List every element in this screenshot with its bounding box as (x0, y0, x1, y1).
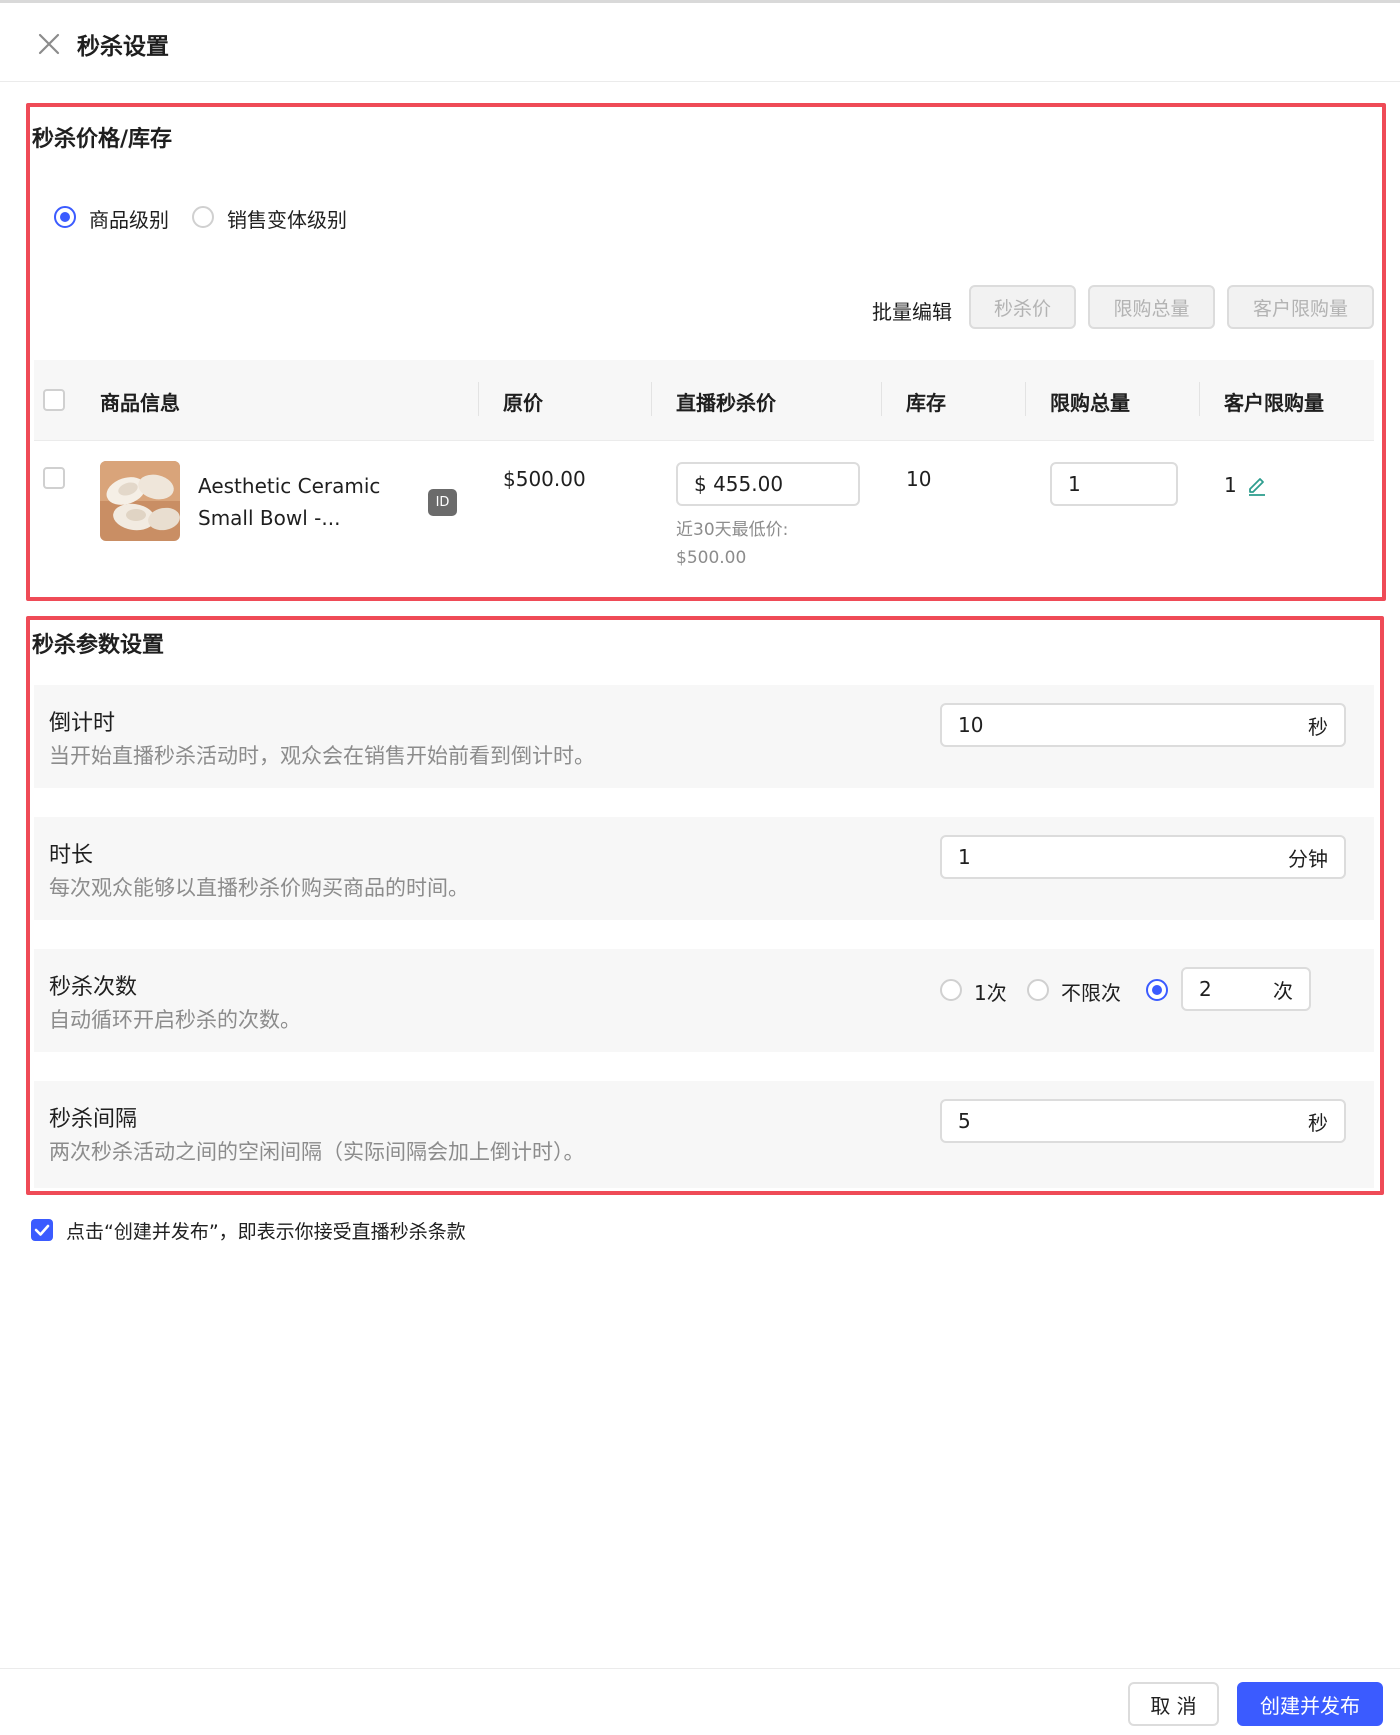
params-section-title: 秒杀参数设置 (32, 633, 165, 658)
radio-times-unlimited-label: 不限次 (1061, 981, 1121, 1005)
agreement-checkbox[interactable] (31, 1219, 53, 1241)
times-label: 秒杀次数 (49, 975, 138, 1000)
close-icon[interactable] (36, 31, 62, 57)
times-custom-value: 2 (1199, 977, 1212, 1001)
modal-header: 秒杀设置 (0, 3, 1400, 82)
times-desc: 自动循环开启秒杀的次数。 (49, 1008, 301, 1032)
batch-customer-limit-button[interactable]: 客户限购量 (1227, 285, 1374, 329)
product-name: Aesthetic Ceramic Small Bowl -... (198, 474, 381, 530)
col-separator (881, 382, 882, 416)
countdown-label: 倒计时 (49, 711, 116, 736)
original-price: $500.00 (503, 467, 586, 491)
modal-title: 秒杀设置 (77, 34, 169, 60)
radio-times-custom[interactable] (1146, 979, 1168, 1001)
duration-desc: 每次观众能够以直播秒杀价购买商品的时间。 (49, 876, 469, 900)
lowest-price-hint: 近30天最低价: $500.00 (676, 516, 788, 572)
customer-limit-value: 1 (1224, 473, 1237, 497)
lowest-price-value: $500.00 (676, 548, 747, 568)
col-product-info: 商品信息 (100, 391, 180, 415)
duration-value: 1 (958, 845, 971, 869)
interval-label: 秒杀间隔 (49, 1107, 138, 1132)
countdown-value: 10 (958, 713, 984, 737)
interval-value: 5 (958, 1109, 971, 1133)
agreement-text: 点击“创建并发布”，即表示你接受直播秒杀条款 (66, 1221, 466, 1243)
col-separator (651, 382, 652, 416)
col-flash-price: 直播秒杀价 (676, 391, 776, 415)
radio-variant-level[interactable] (192, 206, 214, 228)
interval-input[interactable]: 5 秒 (940, 1099, 1346, 1143)
countdown-input[interactable]: 10 秒 (940, 703, 1346, 747)
check-icon (34, 1224, 50, 1236)
duration-unit: 分钟 (1288, 846, 1328, 871)
duration-input[interactable]: 1 分钟 (940, 835, 1346, 879)
batch-flash-price-button[interactable]: 秒杀价 (969, 285, 1076, 329)
col-separator (478, 382, 479, 416)
countdown-unit: 秒 (1308, 714, 1328, 739)
row-checkbox[interactable] (43, 467, 65, 489)
radio-times-once-label: 1次 (974, 981, 1007, 1005)
duration-label: 时长 (49, 843, 94, 868)
times-row: 秒杀次数 自动循环开启秒杀的次数。 1次 不限次 2 次 (34, 949, 1374, 1052)
radio-times-unlimited[interactable] (1027, 979, 1049, 1001)
col-original-price: 原价 (503, 391, 543, 415)
radio-times-once[interactable] (940, 979, 962, 1001)
col-separator (1199, 382, 1200, 416)
table-header: 商品信息 原价 直播秒杀价 库存 限购总量 客户限购量 (34, 360, 1374, 441)
countdown-row: 倒计时 当开始直播秒杀活动时，观众会在销售开始前看到倒计时。 10 秒 (34, 685, 1374, 788)
duration-row: 时长 每次观众能够以直播秒杀价购买商品的时间。 1 分钟 (34, 817, 1374, 920)
product-thumbnail (100, 461, 180, 541)
cancel-button[interactable]: 取 消 (1128, 1682, 1219, 1726)
lowest-price-label: 近30天最低价: (676, 520, 789, 540)
select-all-checkbox[interactable] (43, 389, 65, 411)
total-limit-input[interactable]: 1 (1050, 462, 1178, 506)
interval-row: 秒杀间隔 两次秒杀活动之间的空闲间隔（实际间隔会加上倒计时）。 5 秒 (34, 1081, 1374, 1188)
interval-unit: 秒 (1308, 1110, 1328, 1135)
interval-desc: 两次秒杀活动之间的空闲间隔（实际间隔会加上倒计时）。 (49, 1140, 585, 1164)
flash-price-value: $ 455.00 (694, 472, 784, 496)
radio-variant-level-label: 销售变体级别 (227, 208, 347, 232)
edit-pencil-icon[interactable] (1246, 474, 1268, 496)
product-id-badge[interactable]: ID (428, 489, 457, 516)
price-section-title: 秒杀价格/库存 (32, 127, 173, 152)
radio-product-level[interactable] (54, 206, 76, 228)
col-stock: 库存 (906, 391, 946, 415)
batch-edit-label: 批量编辑 (872, 300, 952, 324)
times-custom-unit: 次 (1273, 978, 1293, 1003)
col-customer-limit: 客户限购量 (1224, 391, 1324, 415)
total-limit-value: 1 (1068, 472, 1081, 496)
col-total-limit: 限购总量 (1050, 391, 1130, 415)
countdown-desc: 当开始直播秒杀活动时，观众会在销售开始前看到倒计时。 (49, 744, 595, 768)
create-and-publish-button[interactable]: 创建并发布 (1237, 1682, 1383, 1726)
flash-price-input[interactable]: $ 455.00 (676, 462, 860, 506)
radio-product-level-label: 商品级别 (89, 208, 169, 232)
col-separator (1025, 382, 1026, 416)
times-custom-input[interactable]: 2 次 (1181, 967, 1311, 1011)
stock-value: 10 (906, 467, 932, 491)
batch-total-limit-button[interactable]: 限购总量 (1088, 285, 1215, 329)
